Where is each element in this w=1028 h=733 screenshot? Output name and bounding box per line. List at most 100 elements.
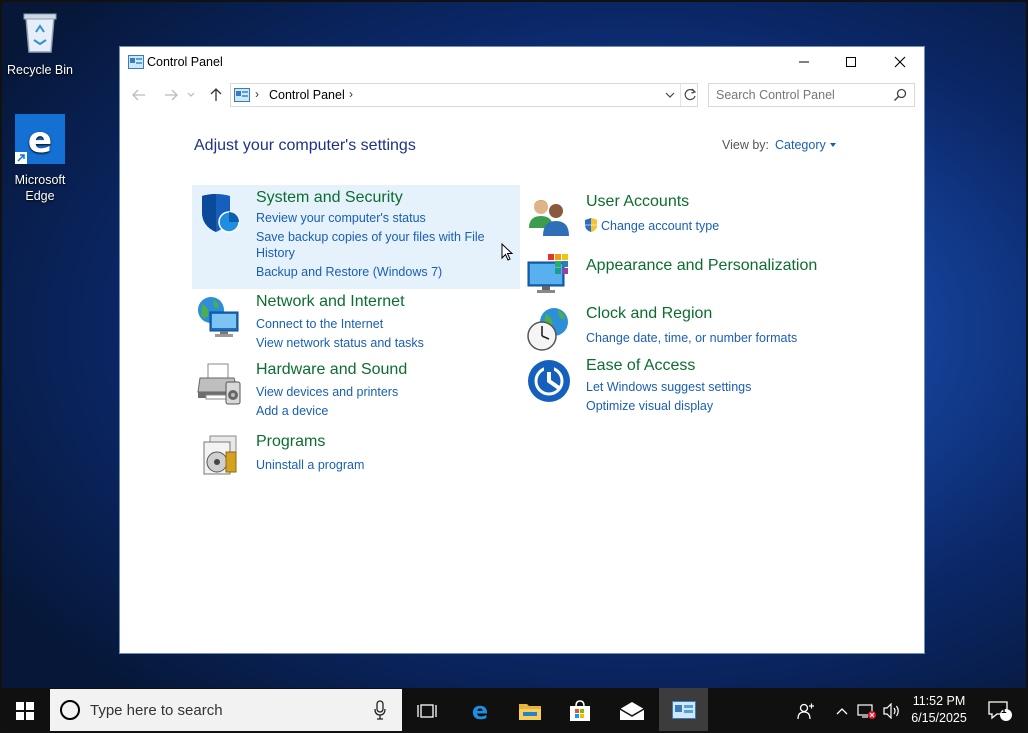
- back-button[interactable]: [130, 86, 148, 104]
- caret-down-icon[interactable]: [829, 143, 836, 147]
- category-ease-of-access[interactable]: Ease of Access Let Windows suggest setti…: [522, 353, 852, 421]
- category-appearance-and-personalization[interactable]: Appearance and Personalization: [522, 247, 852, 297]
- show-hidden-icons-button[interactable]: [831, 688, 853, 733]
- people-icon: [797, 703, 814, 719]
- taskbar-edge-button[interactable]: e: [457, 688, 503, 733]
- up-arrow-icon: [210, 88, 222, 101]
- svg-text:e: e: [472, 699, 488, 723]
- link-backup-restore[interactable]: Backup and Restore (Windows 7): [256, 264, 442, 280]
- category-title[interactable]: Hardware and Sound: [256, 361, 407, 379]
- appearance-icon: [526, 252, 572, 298]
- chevron-down-icon: [665, 92, 675, 98]
- address-dropdown-button[interactable]: [665, 88, 675, 107]
- taskbar-store-button[interactable]: [557, 688, 603, 733]
- edge-icon: e: [472, 699, 488, 723]
- speaker-icon: [883, 702, 899, 719]
- link-change-date-time[interactable]: Change date, time, or number formats: [586, 330, 797, 346]
- link-optimize-display[interactable]: Optimize visual display: [586, 398, 713, 414]
- view-by-label: View by:: [722, 138, 770, 152]
- breadcrumb-control-panel[interactable]: Control Panel: [269, 88, 345, 102]
- title-bar[interactable]: Control Panel: [120, 47, 924, 77]
- action-center-button[interactable]: 1: [980, 688, 1020, 733]
- microphone-icon[interactable]: [374, 700, 386, 725]
- network-globe-icon: [196, 294, 242, 340]
- address-bar[interactable]: › Control Panel ›: [230, 83, 698, 107]
- link-view-devices[interactable]: View devices and printers: [256, 384, 398, 400]
- link-uninstall-program[interactable]: Uninstall a program: [256, 457, 364, 473]
- taskbar-control-panel-button[interactable]: [659, 688, 708, 733]
- forward-arrow-icon: [165, 89, 178, 101]
- windows-logo-icon: [16, 701, 34, 720]
- uac-shield-icon: [584, 217, 598, 238]
- minimize-icon: [799, 61, 809, 63]
- category-clock-and-region[interactable]: Clock and Region Change date, time, or n…: [522, 301, 852, 351]
- link-review-status[interactable]: Review your computer's status: [256, 210, 426, 226]
- search-placeholder: Search Control Panel: [716, 88, 835, 102]
- desktop-icon-recycle-bin[interactable]: Recycle Bin: [2, 8, 78, 78]
- category-title[interactable]: Appearance and Personalization: [586, 257, 817, 275]
- clock-globe-icon: [526, 306, 572, 352]
- category-programs[interactable]: Programs Uninstall a program: [192, 429, 520, 479]
- refresh-icon: [684, 88, 696, 101]
- start-button[interactable]: [0, 688, 50, 733]
- desktop-icon-edge[interactable]: e Microsoft Edge: [2, 114, 78, 204]
- minimize-button[interactable]: [781, 47, 827, 77]
- cortana-icon: [60, 700, 80, 720]
- breadcrumb-chevron-icon[interactable]: ›: [255, 87, 259, 101]
- taskbar-search-placeholder: Type here to search: [90, 702, 223, 719]
- link-connect-internet[interactable]: Connect to the Internet: [256, 316, 383, 332]
- category-network-and-internet[interactable]: Network and Internet Connect to the Inte…: [192, 289, 520, 357]
- clock-time: 11:52 PM: [912, 694, 966, 708]
- close-icon: [894, 56, 906, 68]
- programs-icon: [196, 434, 242, 480]
- people-button[interactable]: [792, 688, 820, 733]
- link-add-device[interactable]: Add a device: [256, 403, 328, 419]
- network-status-button[interactable]: [856, 688, 878, 733]
- view-by-control: View by: Category: [722, 138, 836, 152]
- category-hardware-and-sound[interactable]: Hardware and Sound View devices and prin…: [192, 357, 520, 425]
- taskbar: Type here to search e 11:52 PM 6/15/2025: [0, 688, 1028, 733]
- forward-button[interactable]: [162, 86, 180, 104]
- store-bag-icon: [570, 699, 590, 721]
- chevron-down-icon: [187, 92, 195, 97]
- taskbar-search-box[interactable]: Type here to search: [50, 689, 402, 731]
- close-button[interactable]: [877, 47, 923, 77]
- taskbar-file-explorer-button[interactable]: [507, 688, 553, 733]
- recycle-bin-icon: [2, 8, 78, 58]
- edge-label: Microsoft Edge: [14, 173, 66, 203]
- category-title[interactable]: Network and Internet: [256, 293, 405, 311]
- category-title[interactable]: Programs: [256, 433, 325, 451]
- refresh-button[interactable]: [680, 84, 698, 106]
- category-title[interactable]: Clock and Region: [586, 305, 712, 323]
- taskbar-mail-button[interactable]: [609, 688, 655, 733]
- category-user-accounts[interactable]: User Accounts Change account type: [522, 189, 852, 239]
- category-title[interactable]: User Accounts: [586, 193, 689, 211]
- category-system-and-security[interactable]: System and Security Review your computer…: [192, 185, 520, 289]
- up-button[interactable]: [207, 86, 225, 104]
- search-icon[interactable]: [893, 88, 907, 107]
- clock-date: 6/15/2025: [911, 711, 967, 725]
- link-save-backup[interactable]: Save backup copies of your files with Fi…: [256, 229, 485, 245]
- mouse-cursor-icon: [501, 242, 514, 266]
- printer-icon: [196, 362, 242, 408]
- category-title[interactable]: System and Security: [256, 189, 403, 207]
- view-by-category-dropdown[interactable]: Category: [775, 138, 826, 152]
- link-network-status[interactable]: View network status and tasks: [256, 335, 424, 351]
- window-title: Control Panel: [147, 55, 223, 69]
- network-disconnected-icon: [857, 703, 876, 719]
- breadcrumb-chevron-icon[interactable]: ›: [349, 87, 353, 101]
- taskbar-clock[interactable]: 11:52 PM 6/15/2025: [906, 693, 972, 727]
- notification-count-badge: 1: [1001, 705, 1007, 716]
- search-control-panel-input[interactable]: Search Control Panel: [708, 83, 915, 107]
- task-view-button[interactable]: [404, 688, 450, 733]
- maximize-icon: [846, 57, 856, 67]
- volume-button[interactable]: [880, 688, 904, 733]
- link-suggest-settings[interactable]: Let Windows suggest settings: [586, 379, 751, 395]
- link-save-backup-history[interactable]: History: [256, 245, 295, 261]
- shield-icon: [196, 190, 242, 236]
- category-title[interactable]: Ease of Access: [586, 357, 695, 375]
- recent-locations-button[interactable]: [186, 86, 196, 104]
- svg-text:e: e: [28, 120, 52, 161]
- link-change-account-type[interactable]: Change account type: [601, 218, 719, 234]
- maximize-button[interactable]: [828, 47, 874, 77]
